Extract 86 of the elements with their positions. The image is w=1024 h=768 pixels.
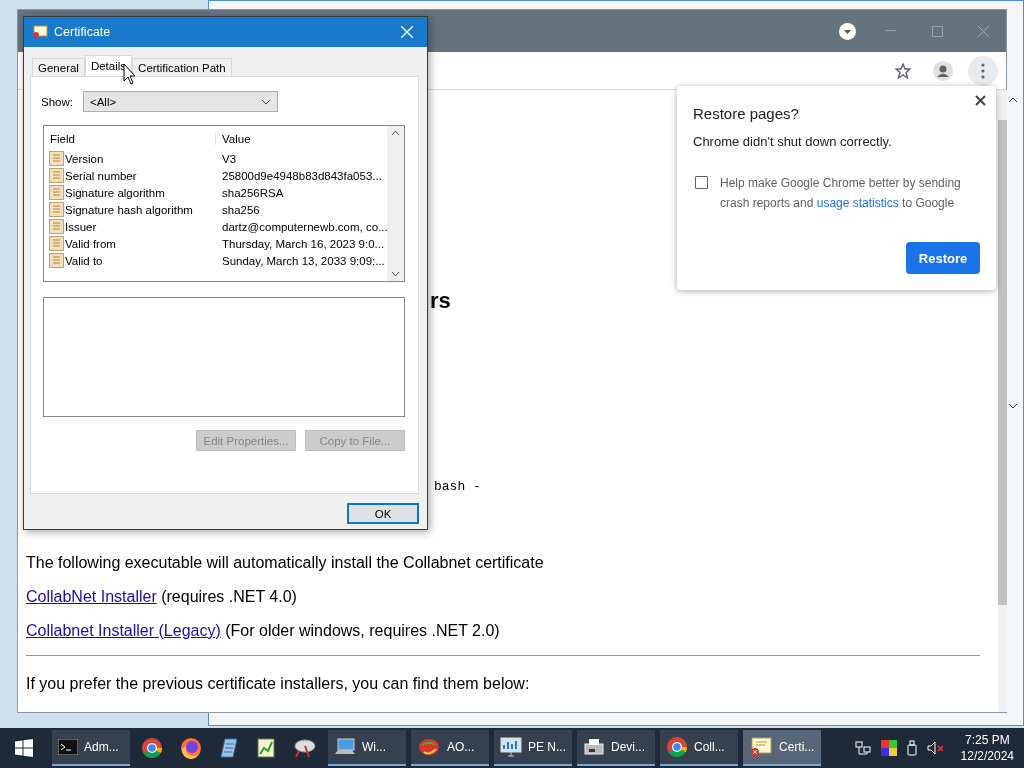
field-value[interactable]: V3 (215, 152, 387, 165)
document-icon (49, 253, 64, 268)
field-value[interactable]: 25800d9e4948b83d843fa053... (215, 169, 387, 182)
column-header[interactable]: Field (49, 133, 215, 145)
chart-document-icon (256, 737, 276, 759)
monitor-chart-icon (500, 737, 522, 757)
installer-link[interactable]: CollabNet Installer (26, 588, 157, 605)
network-icon[interactable] (854, 741, 871, 755)
show-dropdown[interactable]: <All> (82, 91, 278, 112)
taskbar-button[interactable]: Wi... (328, 730, 406, 766)
close-icon (401, 26, 413, 38)
installer-line: Collabnet Installer (Legacy) (For older windows, requires .NET 2.0) (26, 621, 501, 641)
taskbar-button[interactable]: PE N... (494, 730, 572, 766)
star-icon (895, 62, 911, 79)
field-name[interactable]: Version (65, 152, 104, 165)
document-icon (49, 168, 64, 183)
checkbox[interactable] (695, 176, 708, 189)
popup-message: Chrome didn't shut down correctly. (693, 134, 893, 149)
close-icon (975, 95, 986, 106)
clock[interactable]: 7:25 PM 12/2/2024 (954, 732, 1020, 764)
field-value[interactable]: dartz@computernewb.com, co... (215, 220, 387, 233)
orb-icon (417, 736, 441, 758)
field-value[interactable]: Thursday, March 16, 2023 9:0... (215, 237, 387, 250)
field-name[interactable]: Signature algorithm (65, 186, 165, 199)
installer-line: CollabNet Installer (requires .NET 4.0) (26, 587, 298, 607)
field-name[interactable]: Signature hash algorithm (65, 203, 193, 216)
taskbar-button[interactable]: Certi... (743, 730, 821, 766)
muted-speaker-icon[interactable] (926, 741, 945, 755)
certificate-icon (749, 736, 773, 758)
maximize-icon (931, 25, 943, 37)
globe-icon (180, 737, 202, 759)
field-value[interactable]: Sunday, March 13, 2033 9:09:... (215, 254, 387, 267)
page-heading: rs (430, 288, 452, 314)
menu-icon (981, 62, 985, 79)
document-icon (49, 151, 64, 166)
close-icon (977, 25, 989, 37)
caret-icon (260, 98, 271, 105)
checkbox-label: Help make Google Chrome better by sending crash reports and usage statistics to Google (720, 175, 962, 212)
popup-title: Restore pages? (693, 104, 800, 124)
color-palette-icon[interactable] (880, 740, 897, 756)
document-icon (49, 219, 64, 234)
usb-drive-icon[interactable] (906, 740, 917, 756)
field-name[interactable]: Serial number (65, 169, 137, 182)
scroll-up-icon (1008, 96, 1018, 104)
taskbar-button[interactable]: Adm... (52, 730, 130, 766)
satellite-dish-icon (293, 737, 317, 759)
field-name[interactable]: Valid to (65, 254, 103, 267)
field-value[interactable]: sha256RSA (215, 186, 387, 199)
terminal-icon (58, 739, 78, 755)
tab[interactable]: General (32, 58, 85, 76)
field-value[interactable]: sha256 (215, 203, 387, 216)
scrollbar[interactable] (998, 90, 1007, 712)
scroll-down-icon (1008, 402, 1018, 410)
browser-icon (666, 736, 688, 758)
computer-icon (334, 737, 356, 757)
installer-link[interactable]: Collabnet Installer (Legacy) (26, 622, 221, 639)
ok-button[interactable]: OK (347, 503, 419, 524)
document-icon (49, 202, 64, 217)
page-paragraph: The following executable will automatically install the Collabnet certificate (26, 553, 545, 573)
show-label: Show: (41, 95, 73, 108)
notepad-icon (219, 737, 239, 759)
minimize-icon (886, 30, 896, 32)
restore-button[interactable]: Restore (906, 242, 980, 274)
scroll-up-icon[interactable] (391, 130, 400, 136)
usage-statistics-link[interactable]: usage statistics (816, 196, 899, 210)
taskbar-button[interactable]: Devi... (577, 730, 655, 766)
tab[interactable]: Certification Path (132, 58, 232, 76)
browser-icon (141, 737, 163, 759)
field-name[interactable]: Valid from (65, 237, 116, 250)
scrollbar[interactable] (387, 126, 404, 281)
taskbar-button[interactable]: AO... (411, 730, 489, 766)
scroll-down-icon[interactable] (391, 271, 400, 277)
person-icon (933, 60, 953, 81)
clock-date: 12/2/2024 (960, 748, 1014, 764)
printer-icon (583, 737, 605, 757)
clock-time: 7:25 PM (964, 732, 1010, 748)
document-icon (49, 236, 64, 251)
page-paragraph: If you prefer the previous certificate installers, you can find them below: (26, 674, 531, 694)
taskbar-button[interactable]: Coll... (660, 730, 738, 766)
dialog-title: Certificate (54, 25, 111, 39)
code-line: bash - (434, 479, 482, 495)
dropdown-icon[interactable] (839, 22, 856, 40)
windows-logo-icon (15, 739, 33, 757)
certificate-icon (32, 25, 48, 39)
document-icon (49, 185, 64, 200)
field-name[interactable]: Issuer (65, 220, 97, 233)
